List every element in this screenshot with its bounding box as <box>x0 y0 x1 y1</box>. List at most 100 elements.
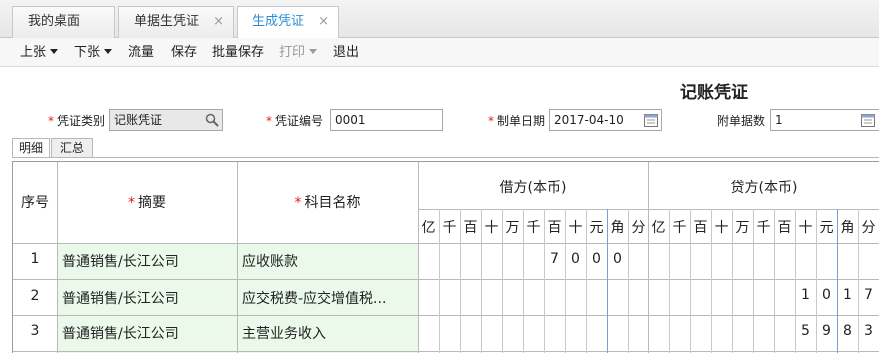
digit-column-line <box>669 209 670 353</box>
digit-unit-header: 十 <box>798 220 813 236</box>
debit-digit[interactable]: 7 <box>544 251 565 267</box>
digit-unit-header: 十 <box>484 220 499 236</box>
credit-digit[interactable]: 5 <box>795 323 816 339</box>
grid-line <box>237 162 238 353</box>
debit-digit[interactable]: 0 <box>607 251 628 267</box>
calendar-icon[interactable] <box>643 112 659 128</box>
voucher-table: 序号 * 摘要 * 科目名称 借方(本币) 贷方(本币) 亿千百十万千百十元角分亿千… <box>12 161 879 353</box>
save-button[interactable]: 保存 <box>171 38 197 67</box>
subtab-divider <box>12 157 879 158</box>
batch-save-button[interactable]: 批量保存 <box>212 38 264 67</box>
chevron-down-icon <box>50 49 59 54</box>
digit-unit-header: 千 <box>442 220 457 236</box>
attachments-field[interactable]: 1 <box>770 109 879 131</box>
voucher-no-field[interactable]: 0001 <box>330 109 443 131</box>
exit-button[interactable]: 退出 <box>333 38 359 67</box>
digit-unit-header: 元 <box>589 220 604 236</box>
digit-unit-header: 角 <box>840 220 855 236</box>
grid-line <box>648 162 649 353</box>
digit-unit-header: 分 <box>631 220 646 236</box>
row-summary[interactable]: 普通销售/长江公司 <box>62 288 234 308</box>
date-field[interactable]: 2017-04-10 <box>549 109 662 131</box>
row-summary[interactable]: 普通销售/长江公司 <box>62 323 234 343</box>
prev-button[interactable]: 上张 <box>20 38 59 67</box>
row-account[interactable]: 应交税费-应交增值税... <box>242 288 414 308</box>
required-mark: * <box>294 195 302 211</box>
credit-digit[interactable]: 1 <box>795 287 816 303</box>
tab-document-voucher[interactable]: 单据生凭证 × <box>118 6 234 38</box>
row-seq: 1 <box>30 251 40 267</box>
grid-line <box>418 162 419 353</box>
row-account[interactable]: 应收账款 <box>242 251 414 271</box>
digit-column-line <box>628 209 629 353</box>
tab-bar: 我的桌面 单据生凭证 × 生成凭证 × <box>0 0 879 39</box>
grid-line <box>57 162 58 353</box>
digit-unit-header: 亿 <box>421 220 436 236</box>
voucher-type-label-text: 凭证类别 <box>57 114 106 128</box>
required-mark: * <box>488 114 494 128</box>
digit-column-line <box>774 209 775 353</box>
credit-digit[interactable]: 0 <box>816 287 837 303</box>
grid-line <box>13 351 879 352</box>
print-label: 打印 <box>279 45 306 60</box>
tab-my-desktop[interactable]: 我的桌面 <box>12 6 115 38</box>
tab-summary[interactable]: 汇总 <box>51 138 93 157</box>
print-button[interactable]: 打印 <box>279 38 318 67</box>
search-icon[interactable] <box>204 112 220 128</box>
digit-column-line <box>544 209 545 353</box>
seq-header: 序号 <box>21 195 49 211</box>
credit-digit[interactable]: 9 <box>816 323 837 339</box>
digit-column-line <box>460 209 461 353</box>
row-seq: 2 <box>30 288 40 304</box>
credit-digit[interactable]: 1 <box>837 287 858 303</box>
flow-button[interactable]: 流量 <box>128 38 154 67</box>
date-value: 2017-04-10 <box>554 113 624 127</box>
digit-unit-header: 万 <box>505 220 520 236</box>
tab-label: 单据生凭证 <box>134 14 200 29</box>
credit-digit[interactable]: 3 <box>858 323 879 339</box>
grid-line <box>13 279 879 280</box>
close-icon[interactable]: × <box>318 7 329 37</box>
voucher-no-value: 0001 <box>335 113 366 127</box>
summary-header-text: 摘要 <box>138 195 166 211</box>
debit-digit[interactable]: 0 <box>565 251 586 267</box>
digit-column-line <box>523 209 524 353</box>
voucher-no-label-text: 凭证编号 <box>275 114 324 128</box>
chevron-down-icon <box>309 49 318 54</box>
tab-detail[interactable]: 明细 <box>12 138 50 158</box>
tab-label: 生成凭证 <box>252 14 305 29</box>
attachments-label: 附单据数 <box>717 114 766 128</box>
digit-column-line <box>732 209 733 353</box>
credit-digit[interactable]: 7 <box>858 287 879 303</box>
digit-column-line <box>565 209 566 353</box>
digit-unit-header: 千 <box>756 220 771 236</box>
debit-digit[interactable]: 0 <box>586 251 607 267</box>
attachments-value: 1 <box>775 113 783 127</box>
digit-unit-header: 元 <box>819 220 834 236</box>
close-icon[interactable]: × <box>213 7 224 37</box>
next-button[interactable]: 下张 <box>74 38 113 67</box>
digit-unit-header: 百 <box>463 220 478 236</box>
calendar-icon[interactable] <box>860 112 876 128</box>
digit-unit-header: 百 <box>547 220 562 236</box>
digit-column-line <box>502 209 503 353</box>
next-label: 下张 <box>74 45 101 60</box>
required-mark: * <box>48 114 54 128</box>
row-account[interactable]: 主营业务收入 <box>242 323 414 343</box>
prev-label: 上张 <box>20 45 47 60</box>
credit-digit[interactable]: 8 <box>837 323 858 339</box>
date-label: * 制单日期 <box>488 112 545 129</box>
digit-unit-header: 亿 <box>651 220 666 236</box>
credit-header: 贷方(本币) <box>730 180 798 196</box>
digit-unit-header: 分 <box>861 220 876 236</box>
tab-label: 我的桌面 <box>28 14 81 29</box>
debit-header: 借方(本币) <box>499 180 567 196</box>
row-summary[interactable]: 普通销售/长江公司 <box>62 251 234 271</box>
voucher-type-field[interactable]: 记账凭证 <box>109 109 223 131</box>
digit-column-line <box>481 209 482 353</box>
digit-column-line <box>586 209 587 353</box>
account-header-text: 科目名称 <box>304 195 361 211</box>
voucher-type-value: 记账凭证 <box>114 113 163 127</box>
summary-header: * 摘要 <box>57 192 237 212</box>
tab-generate-voucher[interactable]: 生成凭证 × <box>237 6 339 39</box>
